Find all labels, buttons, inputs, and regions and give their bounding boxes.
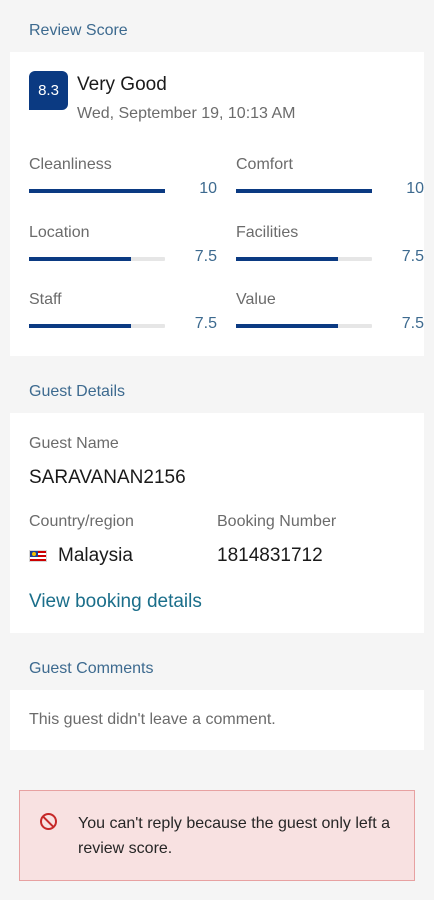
booking-number-label: Booking Number	[217, 513, 337, 530]
prohibited-icon	[40, 813, 57, 830]
metric-value: 7.5	[194, 248, 217, 265]
metric-location: Location 7.5	[29, 224, 217, 270]
metric-value: 10	[199, 180, 217, 197]
metric-value: 7.5	[401, 248, 424, 265]
metric-bar-fill	[29, 324, 131, 328]
metric-bar-fill	[236, 324, 338, 328]
metric-bar-fill	[236, 189, 372, 193]
comment-text: This guest didn't leave a comment.	[29, 711, 276, 728]
metric-name: Value	[236, 291, 276, 308]
guest-details-card: Guest Name SARAVANAN2156 Country/region …	[10, 413, 424, 633]
metric-name: Cleanliness	[29, 156, 112, 173]
metric-bar	[236, 257, 372, 261]
metric-value: 10	[406, 180, 424, 197]
review-score-card: 8.3 Very Good Wed, September 19, 10:13 A…	[10, 52, 424, 356]
country-label: Country/region	[29, 513, 134, 530]
metric-value: 7.5	[194, 315, 217, 332]
metric-bar	[29, 324, 165, 328]
metric-name: Facilities	[236, 224, 299, 241]
review-score-section-title: Review Score	[29, 22, 128, 39]
country-value: Malaysia	[58, 545, 133, 566]
metric-bar	[236, 189, 372, 193]
metric-facilities: Facilities 7.5	[236, 224, 424, 270]
view-booking-details-link[interactable]: View booking details	[29, 591, 202, 613]
booking-number: 1814831712	[217, 545, 323, 566]
metric-bar-fill	[29, 189, 165, 193]
metric-name: Comfort	[236, 156, 293, 173]
metric-name: Staff	[29, 291, 62, 308]
metric-bar	[29, 257, 165, 261]
metric-value-score: Value 7.5	[236, 291, 424, 337]
score-badge: 8.3	[29, 71, 68, 110]
guest-name-label: Guest Name	[29, 435, 119, 452]
rating-label: Very Good	[77, 74, 167, 95]
metric-bar	[236, 324, 372, 328]
metric-name: Location	[29, 224, 90, 241]
metric-cleanliness: Cleanliness 10	[29, 156, 217, 202]
alert-text: You can't reply because the guest only l…	[78, 815, 391, 857]
no-reply-alert: You can't reply because the guest only l…	[19, 790, 415, 881]
metric-bar	[29, 189, 165, 193]
guest-name: SARAVANAN2156	[29, 467, 186, 488]
metric-comfort: Comfort 10	[236, 156, 424, 202]
metric-staff: Staff 7.5	[29, 291, 217, 337]
metric-value: 7.5	[401, 315, 424, 332]
guest-comments-card: This guest didn't leave a comment.	[10, 690, 424, 750]
review-date: Wed, September 19, 10:13 AM	[77, 105, 296, 122]
guest-comments-section-title: Guest Comments	[29, 660, 154, 677]
metric-bar-fill	[236, 257, 338, 261]
metric-bar-fill	[29, 257, 131, 261]
guest-details-section-title: Guest Details	[29, 383, 126, 400]
malaysia-flag-icon	[29, 550, 47, 562]
